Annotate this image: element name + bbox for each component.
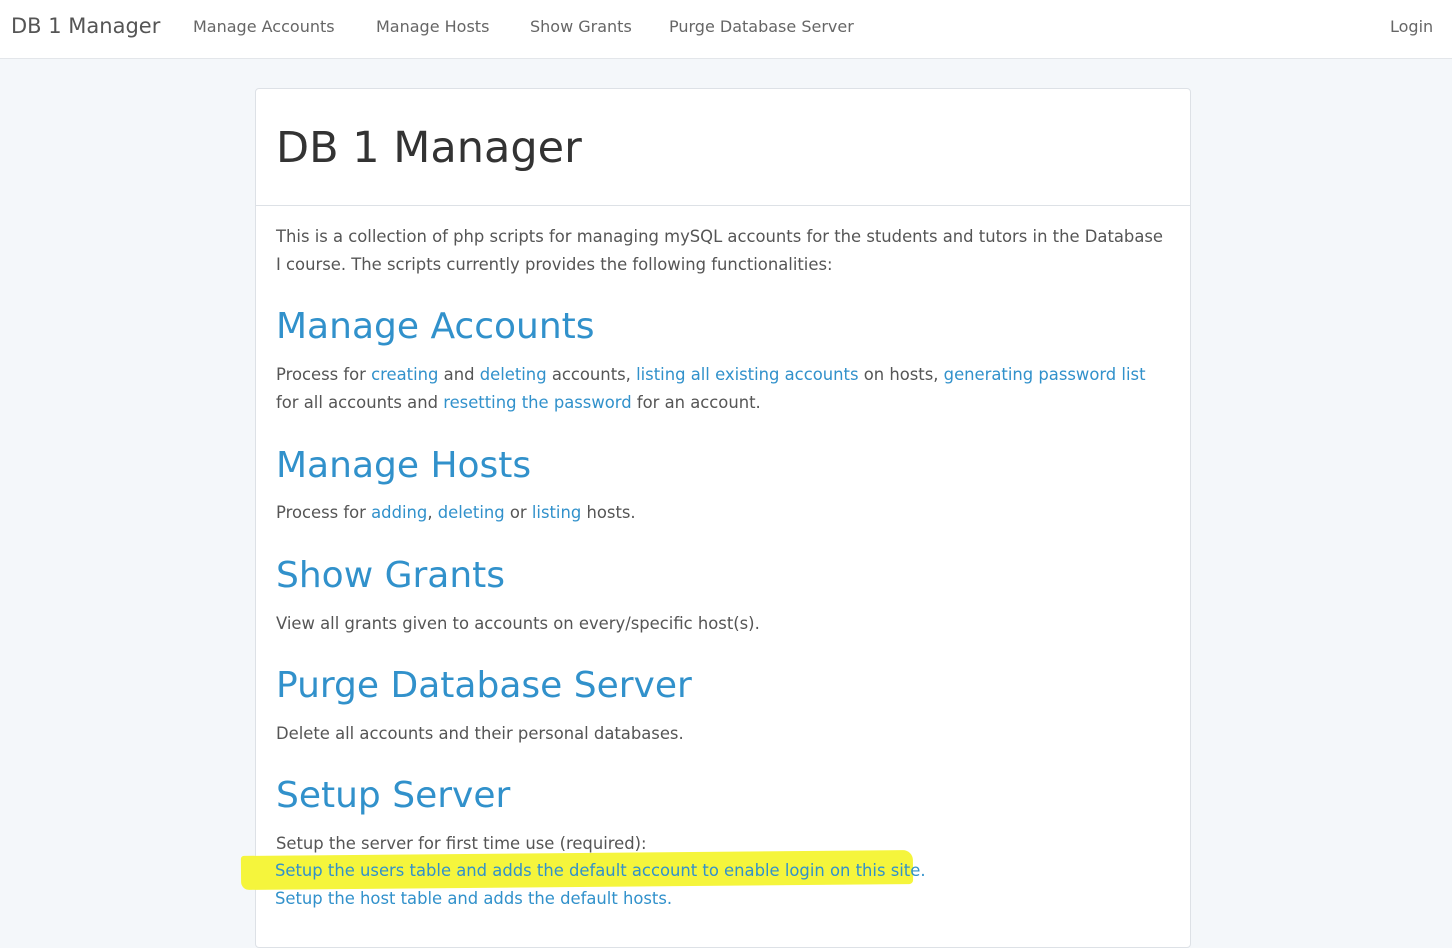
section-title-manage-hosts[interactable]: Manage Hosts <box>276 448 531 484</box>
link-adding-hosts[interactable]: adding <box>371 503 427 522</box>
nav-show-grants[interactable]: Show Grants <box>530 17 632 36</box>
highlight-layer: Setup the users table and adds the defau… <box>240 88 926 908</box>
purge-description: Delete all accounts and their personal d… <box>276 724 684 743</box>
text-fragment: accounts, <box>546 365 637 384</box>
text-fragment: Process for <box>276 365 372 384</box>
top-navbar: DB 1 Manager Manage Accounts Manage Host… <box>0 0 1452 59</box>
text-fragment: Process for <box>276 503 372 522</box>
nav-manage-hosts[interactable]: Manage Hosts <box>376 17 489 36</box>
nav-manage-accounts[interactable]: Manage Accounts <box>193 17 335 36</box>
link-resetting-password[interactable]: resetting the password <box>443 393 631 412</box>
show-grants-description: View all grants given to accounts on eve… <box>276 614 760 633</box>
manage-accounts-description: Process for creating and deleting accoun… <box>276 361 1166 417</box>
text-fragment: for all accounts and <box>276 393 444 412</box>
text-fragment: hosts. <box>581 503 636 522</box>
link-deleting-accounts[interactable]: deleting <box>480 365 547 384</box>
manage-hosts-description: Process for adding, deleting or listing … <box>276 499 1166 527</box>
link-generating-password-list[interactable]: generating password list <box>944 365 1146 384</box>
nav-login[interactable]: Login <box>1390 17 1433 36</box>
text-fragment: , <box>427 503 438 522</box>
link-listing-accounts[interactable]: listing all existing accounts <box>636 365 858 384</box>
text-fragment: on hosts, <box>858 365 944 384</box>
main-panel: DB 1 Manager This is a collection of php… <box>255 88 1191 948</box>
link-setup-host-table[interactable]: Setup the host table and adds the defaul… <box>275 885 672 913</box>
text-fragment: and <box>438 365 480 384</box>
navbar-brand[interactable]: DB 1 Manager <box>11 14 160 38</box>
link-listing-hosts[interactable]: listing <box>532 503 581 522</box>
text-fragment: or <box>504 503 532 522</box>
section-title-show-grants[interactable]: Show Grants <box>276 558 505 594</box>
section-title-purge-database-server[interactable]: Purge Database Server <box>276 668 692 704</box>
link-setup-users-table[interactable]: Setup the users table and adds the defau… <box>275 857 926 885</box>
text-fragment: for an account. <box>631 393 761 412</box>
link-deleting-hosts[interactable]: deleting <box>438 503 505 522</box>
page-title: DB 1 Manager <box>276 123 582 173</box>
intro-text: This is a collection of php scripts for … <box>276 227 1163 274</box>
section-title-manage-accounts[interactable]: Manage Accounts <box>276 309 595 345</box>
nav-purge-database-server[interactable]: Purge Database Server <box>669 17 854 36</box>
section-title-setup-server: Setup Server <box>276 775 511 816</box>
link-creating-accounts[interactable]: creating <box>371 365 438 384</box>
panel-heading: DB 1 Manager <box>256 89 1190 206</box>
